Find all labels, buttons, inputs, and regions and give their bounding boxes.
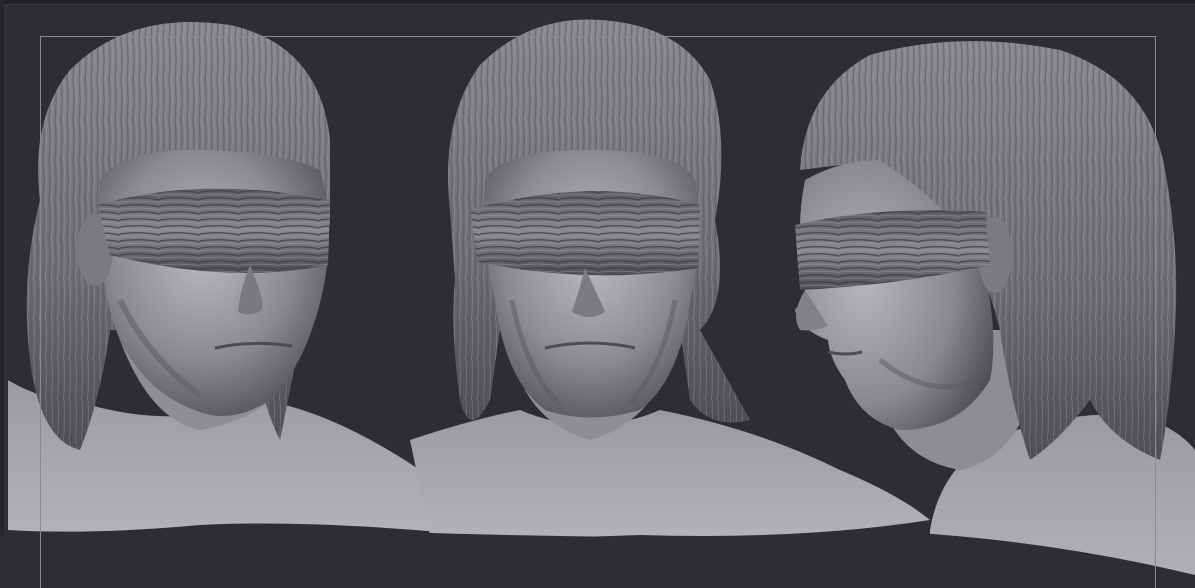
- bust-three-quarter-view[interactable]: [8, 22, 445, 532]
- sculpt-viewport[interactable]: [0, 0, 1195, 588]
- bust2-blindfold-folds: [470, 191, 700, 276]
- sculpt-canvas[interactable]: [0, 0, 1195, 588]
- bust2-chest: [410, 410, 930, 538]
